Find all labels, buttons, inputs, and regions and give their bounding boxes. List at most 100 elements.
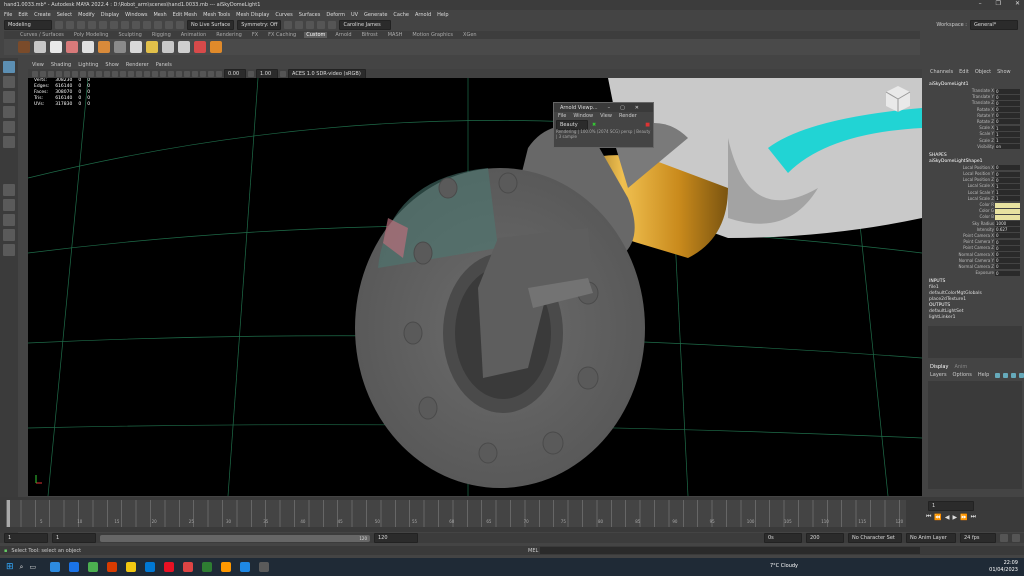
workspace-dropdown[interactable]: General* <box>970 20 1018 30</box>
shelf-tab-fx-caching[interactable]: FX Caching <box>266 32 298 38</box>
redo-icon[interactable] <box>99 21 107 29</box>
menu-cache[interactable]: Cache <box>393 12 409 18</box>
go-to-end-icon[interactable]: ⏭ <box>971 513 976 521</box>
menu-create[interactable]: Create <box>34 12 51 18</box>
wireframe-on-shaded-icon[interactable] <box>128 70 134 77</box>
start-time-field[interactable]: 1 <box>4 533 48 543</box>
taskbar-app-icon[interactable] <box>88 562 99 572</box>
attribute-value[interactable]: 0 <box>995 165 1020 171</box>
field-chart-icon[interactable] <box>96 70 102 77</box>
task-view-icon[interactable]: ▭ <box>29 563 36 571</box>
shelf-tab-fx[interactable]: FX <box>250 32 260 38</box>
clock-date[interactable]: 01/04/2023 <box>989 567 1018 574</box>
shelf-tool-icon[interactable] <box>82 41 94 53</box>
attribute-value[interactable]: 0 <box>995 94 1020 100</box>
motion-blur-icon[interactable] <box>168 70 174 77</box>
mel-label[interactable]: MEL <box>528 548 538 554</box>
menu-set-dropdown[interactable]: Modeling <box>4 20 52 30</box>
taskbar-app-icon[interactable] <box>164 562 175 572</box>
shelf-tool-icon[interactable] <box>114 41 126 53</box>
go-to-start-icon[interactable]: ⏮ <box>926 513 931 521</box>
move-down-icon[interactable] <box>1019 372 1024 378</box>
close-icon[interactable]: ✕ <box>1015 0 1020 7</box>
menu-edit[interactable]: Edit <box>18 12 28 18</box>
viewport-menu-renderer[interactable]: Renderer <box>126 62 149 68</box>
attribute-value[interactable]: 1 <box>995 190 1020 196</box>
attribute-value[interactable]: 0 <box>995 252 1020 257</box>
menu-edit-mesh[interactable]: Edit Mesh <box>173 12 197 18</box>
step-back-icon[interactable]: ⏪ <box>934 514 941 521</box>
backface-culling-icon[interactable] <box>208 70 214 77</box>
safe-action-icon[interactable] <box>104 70 110 77</box>
channel-box-menu-edit[interactable]: Edit <box>959 69 969 75</box>
aov-dropdown[interactable]: Beauty <box>556 119 588 130</box>
shelf-tool-icon[interactable] <box>194 41 206 53</box>
attribute-value[interactable]: 0 <box>995 233 1020 239</box>
menu-file[interactable]: File <box>4 12 12 18</box>
attribute-value[interactable] <box>995 208 1020 214</box>
menu-help[interactable]: Help <box>437 12 448 18</box>
snap-grid-icon[interactable] <box>143 21 151 29</box>
auto-key-icon[interactable] <box>1000 534 1008 542</box>
shelf-tool-icon[interactable] <box>34 41 46 53</box>
menu-mesh[interactable]: Mesh <box>153 12 166 18</box>
gate-mask-icon[interactable] <box>88 70 94 77</box>
arnold-menu-window[interactable]: Window <box>573 113 593 119</box>
camera-select-icon[interactable] <box>32 70 38 77</box>
attribute-value[interactable]: 1 <box>995 138 1020 143</box>
shelf-tool-icon[interactable] <box>18 41 30 53</box>
render-frame-icon[interactable] <box>284 21 293 29</box>
move-up-icon[interactable] <box>1011 372 1017 378</box>
attribute-value[interactable]: 1 <box>995 125 1020 131</box>
shelf-tool-icon[interactable] <box>210 41 222 53</box>
snap-view-icon[interactable] <box>176 21 184 29</box>
arnold-window-controls[interactable]: –▢✕ <box>608 105 649 111</box>
taskbar-search-icon[interactable]: ⌕ <box>20 563 24 572</box>
playback-end-field[interactable]: 120 <box>374 533 418 543</box>
shadows-icon[interactable] <box>152 70 158 77</box>
save-scene-icon[interactable] <box>77 21 85 29</box>
help-menu[interactable]: Help <box>978 372 989 378</box>
select-hierarchy-icon[interactable] <box>110 21 118 29</box>
viewport-3d[interactable]: Verts: 308230 0 0 Edges: 616140 0 0 Faces: 308070… <box>28 78 922 496</box>
layers-menu[interactable]: Layers <box>930 372 947 378</box>
stop-render-icon[interactable]: ■ <box>645 122 650 128</box>
exposure-icon[interactable] <box>216 70 222 77</box>
grid-icon[interactable] <box>64 70 70 77</box>
attribute-value[interactable]: 0 <box>995 119 1020 125</box>
menu-generate[interactable]: Generate <box>364 12 387 18</box>
shelf-tab-xgen[interactable]: XGen <box>461 32 479 38</box>
attribute-value[interactable]: 0 <box>995 177 1020 183</box>
shelf-tab-motion-graphics[interactable]: Motion Graphics <box>410 32 455 38</box>
maximize-icon[interactable]: ❐ <box>996 0 1001 7</box>
camera-attributes-icon[interactable] <box>40 70 46 77</box>
symmetry-dropdown[interactable]: Symmetry: Off <box>237 20 282 30</box>
smooth-shade-icon[interactable] <box>120 70 126 77</box>
taskbar-app-icon[interactable] <box>202 562 213 572</box>
clock-time[interactable]: 22:09 <box>989 560 1018 567</box>
render-ipr-icon[interactable] <box>295 21 304 29</box>
bookmark-icon[interactable] <box>48 70 54 77</box>
menu-modify[interactable]: Modify <box>78 12 95 18</box>
viewport-menu-view[interactable]: View <box>32 62 44 68</box>
channel-box-menu-object[interactable]: Object <box>975 69 991 75</box>
view-transform-dropdown[interactable]: ACES 1.0 SDR-video (sRGB) <box>288 68 366 79</box>
wireframe-icon[interactable] <box>112 70 118 77</box>
shelf-tab-animation[interactable]: Animation <box>179 32 209 38</box>
attribute-value[interactable]: 1000 <box>995 221 1020 227</box>
menu-deform[interactable]: Deform <box>326 12 345 18</box>
gamma-icon[interactable] <box>248 70 254 77</box>
attribute-value[interactable]: 0 <box>995 113 1020 119</box>
xray-joints-icon[interactable] <box>200 70 206 77</box>
shelf-tab-custom[interactable]: Custom <box>304 32 328 38</box>
layer-list[interactable] <box>928 381 1022 489</box>
taskbar-app-icon[interactable] <box>107 562 118 572</box>
attribute-value[interactable]: 0 <box>995 239 1020 245</box>
menu-uv[interactable]: UV <box>351 12 358 18</box>
snap-point-icon[interactable] <box>165 21 173 29</box>
paint-select-tool-icon[interactable] <box>3 91 15 103</box>
side-by-side-layout-icon[interactable] <box>3 214 15 226</box>
windows-start-icon[interactable]: ⊞ <box>6 562 14 572</box>
taskbar-app-icon[interactable] <box>221 562 232 572</box>
shelf-tab-rigging[interactable]: Rigging <box>150 32 173 38</box>
